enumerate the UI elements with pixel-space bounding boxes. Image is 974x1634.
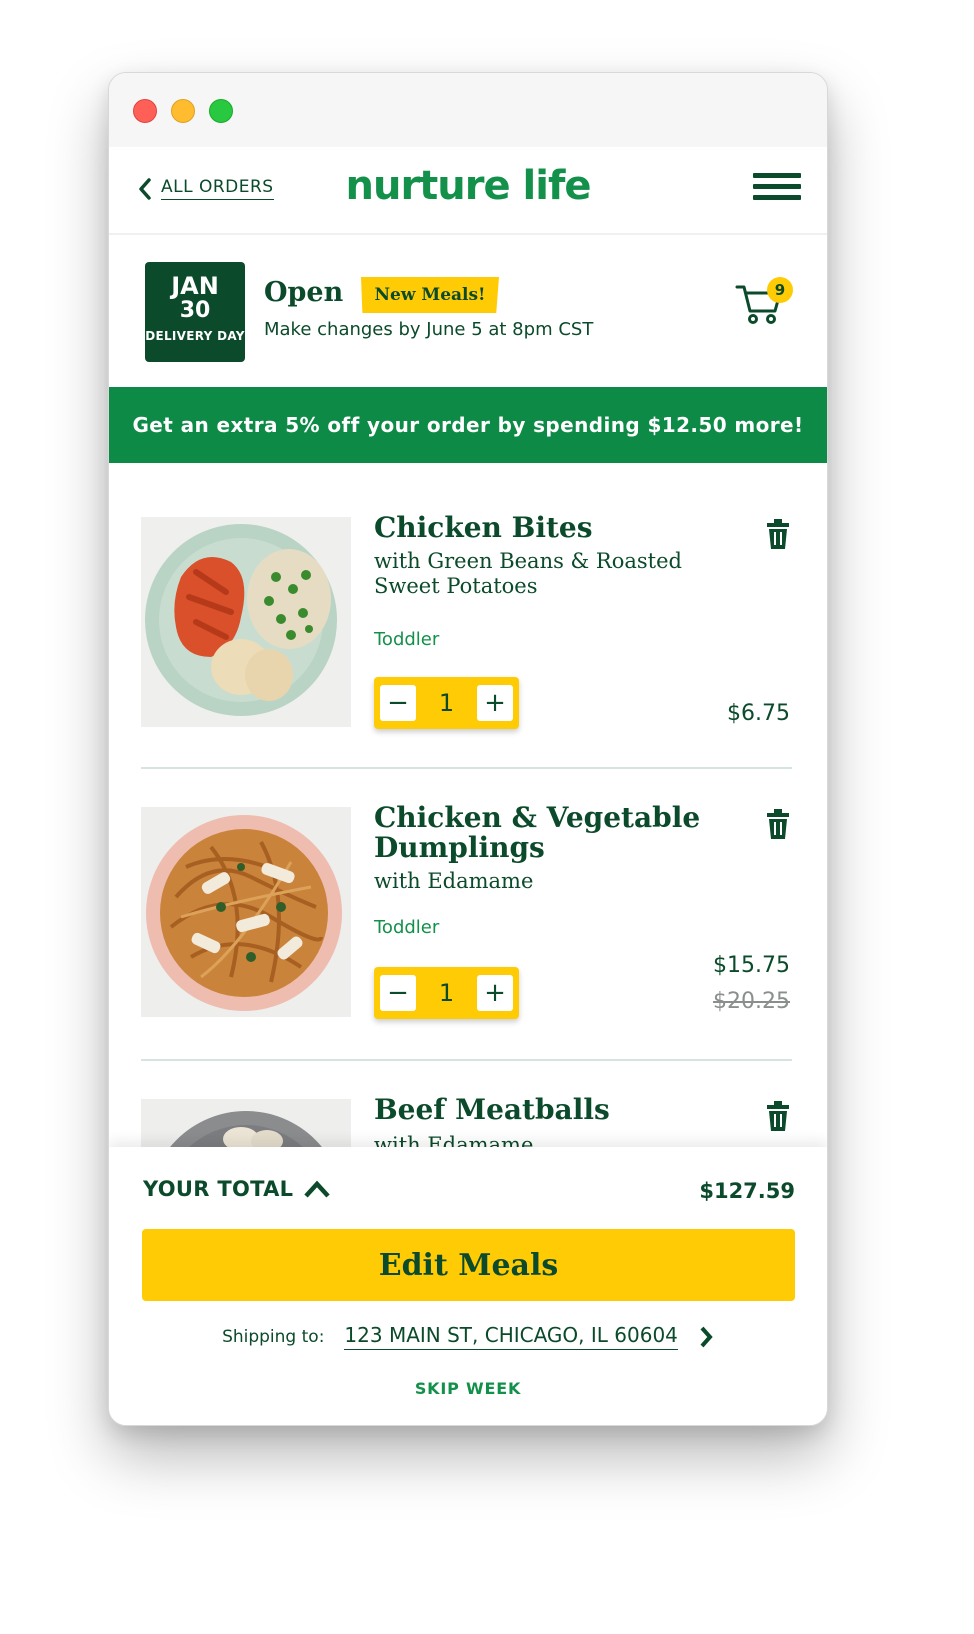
promo-banner: Get an extra 5% off your order by spendi… [109,387,827,463]
meal-name: Chicken Bites [374,511,593,544]
minimize-window-button[interactable] [171,99,195,123]
quantity-value: 1 [438,689,455,717]
trash-icon[interactable] [766,519,790,549]
meal-divider [141,1059,792,1061]
maximize-window-button[interactable] [209,99,233,123]
hamburger-menu-icon[interactable] [753,173,801,203]
shipping-address-link[interactable]: 123 MAIN ST, CHICAGO, IL 60604 [344,1323,678,1350]
meal-price: $6.75 [727,701,790,726]
meal-item: Chicken & Vegetable Dumplings with Edama… [141,803,792,1097]
meal-size: Toddler [374,917,440,938]
increase-quantity-button[interactable]: + [477,685,513,721]
meal-name: Chicken & Vegetable Dumplings [374,801,701,864]
meal-image-chicken-dumplings [141,807,351,1017]
window-titlebar [109,73,827,147]
meal-description: with Green Beans & Roasted Sweet Potatoe… [374,549,682,598]
delivery-day-label: DELIVERY DAY [145,329,245,343]
edit-meals-button[interactable]: Edit Meals [142,1229,795,1301]
quantity-stepper: − 1 + [374,677,519,729]
your-total-label: YOUR TOTAL [143,1177,294,1201]
order-total-value: $127.59 [699,1179,795,1203]
meal-image-chicken-bites [141,517,351,727]
quantity-value: 1 [438,979,455,1007]
delivery-date-box: JAN 30 DELIVERY DAY [145,262,245,362]
increase-quantity-button[interactable]: + [477,975,513,1011]
chevron-right-icon [700,1326,713,1347]
meal-description: with Edamame [374,1133,534,1147]
cart-count-badge: 9 [767,277,793,303]
delivery-day-number: 30 [179,298,211,323]
meal-size: Toddler [374,629,440,650]
your-total-toggle[interactable]: YOUR TOTAL [143,1177,331,1201]
close-window-button[interactable] [133,99,157,123]
meal-image-beef-meatballs [141,1099,351,1147]
skip-week-link[interactable]: SKIP WEEK [109,1379,827,1398]
decrease-quantity-button[interactable]: − [380,685,416,721]
meal-item: Chicken Bites with Green Beans & Roasted… [141,513,792,807]
trash-icon[interactable] [766,809,790,839]
order-status: Open [264,277,344,308]
meal-divider [141,767,792,769]
cart-button[interactable]: 9 [735,277,793,327]
chevron-up-icon [304,1180,331,1198]
browser-window: ALL ORDERS nurture life JAN 30 DELIVERY … [108,72,828,1426]
order-deadline-text: Make changes by June 5 at 8pm CST [264,319,594,340]
meal-description: with Edamame [374,869,534,893]
decrease-quantity-button[interactable]: − [380,975,416,1011]
meal-item: Beef Meatballs with Edamame [141,1095,792,1147]
quantity-stepper: − 1 + [374,967,519,1019]
top-navbar: ALL ORDERS nurture life [109,147,827,235]
meal-price: $15.75 [713,953,790,978]
order-header: JAN 30 DELIVERY DAY Open New Meals! Make… [109,237,827,387]
meal-list: Chicken Bites with Green Beans & Roasted… [109,463,827,1147]
nurture-life-logo[interactable]: nurture life [109,163,827,209]
trash-icon[interactable] [766,1101,790,1131]
order-footer: YOUR TOTAL $127.59 Edit Meals Shipping t… [109,1147,827,1425]
meal-original-price: $20.25 [713,989,790,1014]
shipping-row[interactable]: Shipping to: 123 MAIN ST, CHICAGO, IL 60… [109,1323,827,1350]
delivery-month: JAN [171,272,219,300]
new-meals-badge: New Meals! [361,277,499,313]
shipping-label: Shipping to: [222,1326,325,1347]
meal-name: Beef Meatballs [374,1093,610,1126]
